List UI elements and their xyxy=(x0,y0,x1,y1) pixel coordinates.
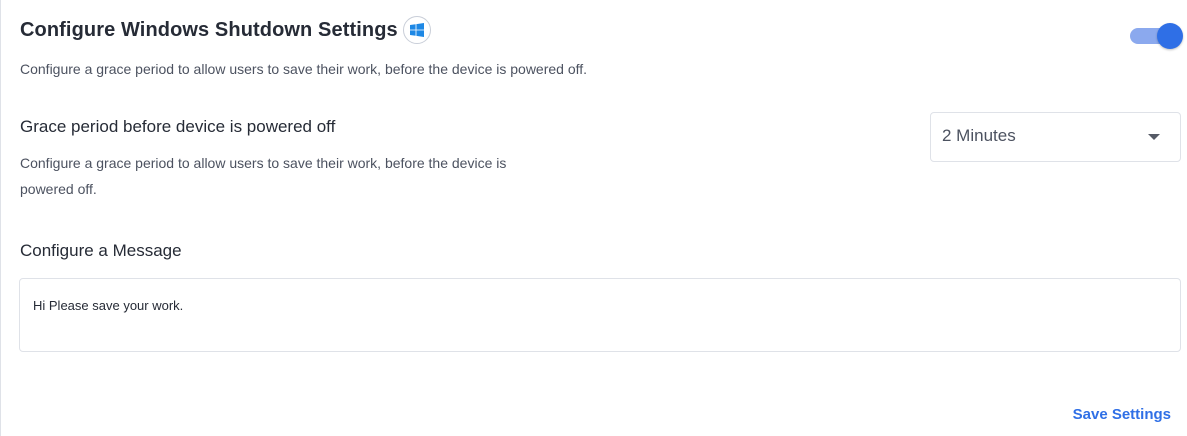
grace-period-dropdown[interactable]: 2 Minutes xyxy=(930,112,1181,162)
enable-toggle[interactable] xyxy=(1130,23,1184,51)
section-description: Configure a grace period to allow users … xyxy=(20,61,588,77)
windows-logo-icon xyxy=(402,16,431,44)
message-title: Configure a Message xyxy=(20,241,182,260)
caret-down-icon xyxy=(1148,134,1160,140)
shutdown-settings-panel: Configure Windows Shutdown Settings Conf… xyxy=(0,0,1187,436)
toggle-knob xyxy=(1157,23,1183,49)
section-header: Configure Windows Shutdown Settings xyxy=(20,16,431,44)
section-title: Configure Windows Shutdown Settings xyxy=(20,18,398,41)
message-textarea[interactable]: Hi Please save your work. xyxy=(19,278,1181,352)
grace-period-title: Grace period before device is powered of… xyxy=(20,117,336,136)
save-settings-button[interactable]: Save Settings xyxy=(1073,406,1171,423)
grace-period-description: Configure a grace period to allow users … xyxy=(20,155,507,197)
grace-period-selected-value: 2 Minutes xyxy=(942,126,1016,145)
